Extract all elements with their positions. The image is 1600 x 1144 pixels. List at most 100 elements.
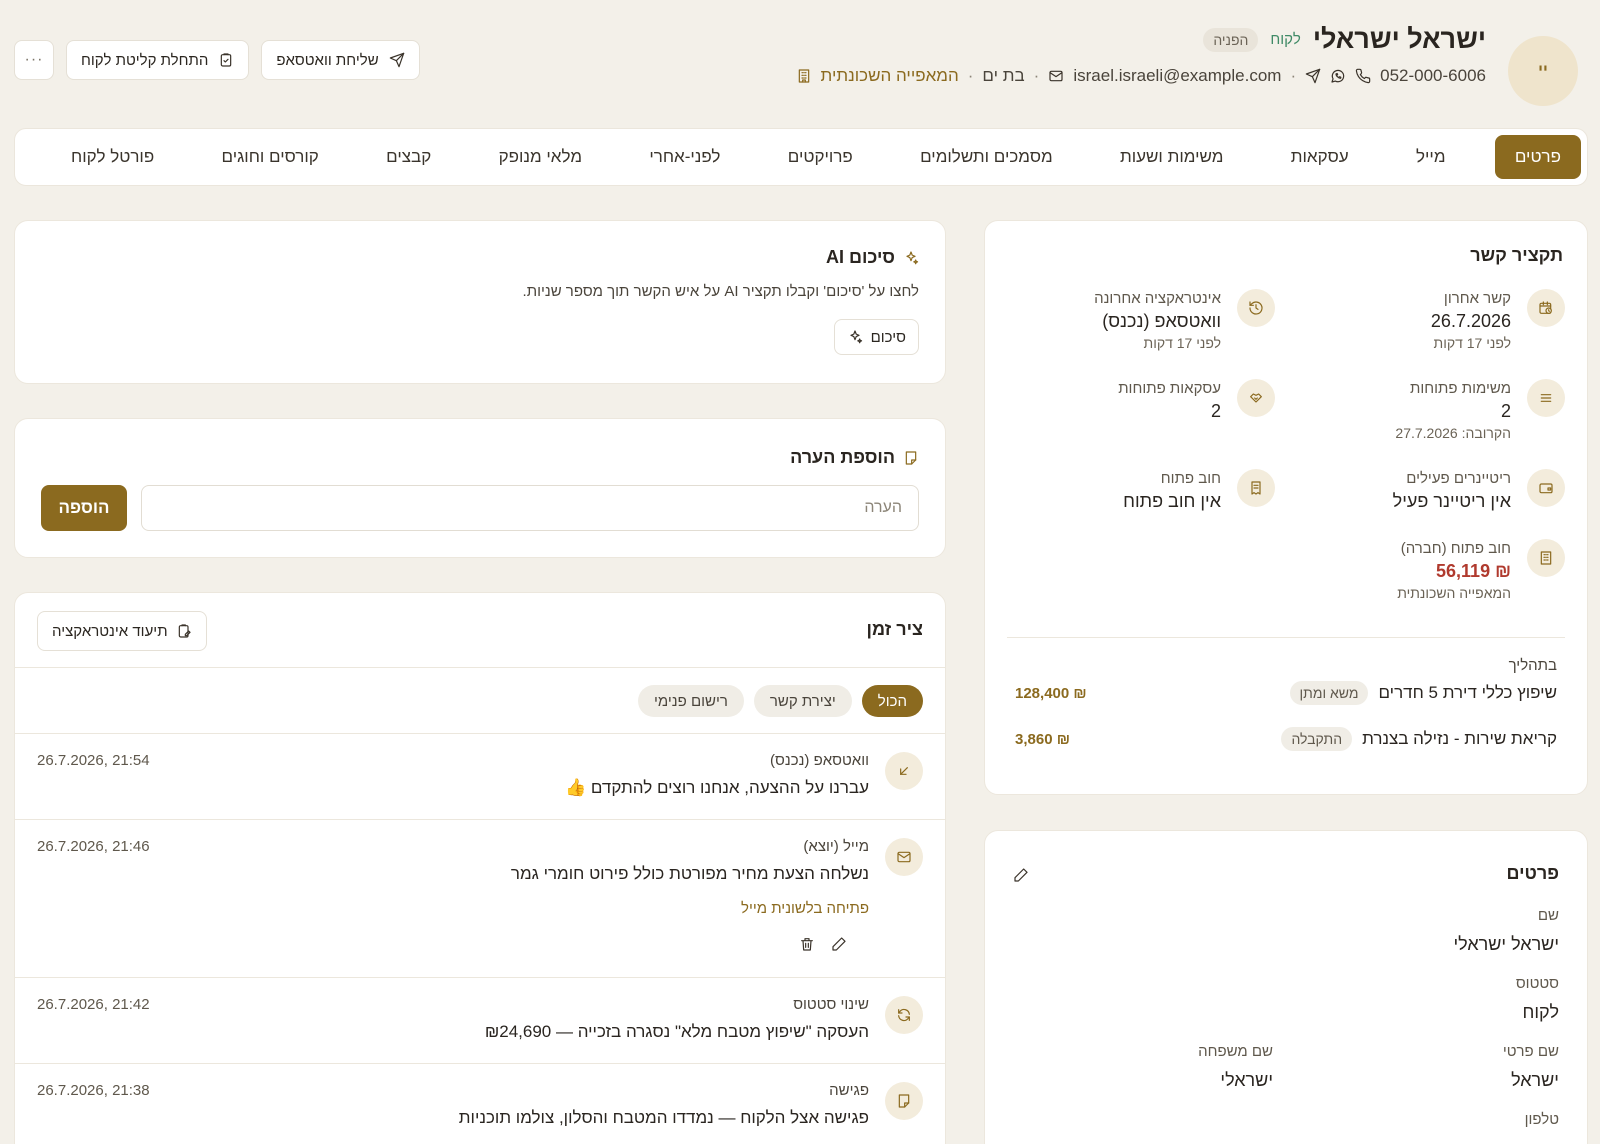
open-debt-value: אין חוב פתוח <box>1123 490 1221 511</box>
more-button[interactable]: ··· <box>14 40 54 80</box>
ai-title-row: סיכום AI <box>826 247 919 268</box>
pencil-icon[interactable] <box>1013 867 1029 883</box>
timeline-item[interactable]: וואטסאפ (נכנס) עברנו על ההצעה, אנחנו רוצ… <box>15 733 945 819</box>
tab-documents[interactable]: מסמכים ותשלומים <box>902 136 1071 178</box>
phone-label: טלפון <box>1524 1111 1559 1128</box>
tab-courses[interactable]: קורסים וחוגים <box>204 136 337 178</box>
company-debt: חוב פתוח (חברה) ₪ 56,119 המאפייה השכונתי… <box>1397 539 1565 603</box>
tab-details[interactable]: פרטים <box>1494 135 1581 179</box>
timeline-item-text: פגישה אצל הלקוח — נמדדו המטבח והסלון, צו… <box>458 1108 869 1127</box>
mail-icon <box>885 838 923 876</box>
tab-inventory[interactable]: מלאי מנופק <box>481 136 600 178</box>
mail-icon[interactable] <box>1048 68 1064 84</box>
last-name-field: שם משפחה ישראלי <box>1198 1043 1273 1091</box>
first-name-value: ישראל <box>1511 1070 1559 1090</box>
status-tag[interactable]: לקוח <box>1270 31 1300 48</box>
referral-tag[interactable]: הפניה <box>1203 27 1259 52</box>
status-field: סטטוס לקוח <box>1516 975 1559 1023</box>
timeline-item-text: נשלחה הצעת מחיר מפורטת כולל פירוט חומרי … <box>510 864 869 883</box>
company-debt-value: ₪ 56,119 <box>1436 560 1511 581</box>
document-interaction-button[interactable]: תיעוד אינטראקציה <box>37 611 207 651</box>
timeline-filters: הכול יצירת קשר רישום פנימי <box>638 685 923 717</box>
filter-internal[interactable]: רישום פנימי <box>638 685 744 717</box>
contact-header: יי ישראל ישראלי לקוח הפניה 052-000-6006 … <box>14 22 1578 106</box>
tab-bar: פרטים מייל עסקאות משימות ושעות מסמכים ות… <box>14 128 1588 186</box>
whatsapp-icon[interactable] <box>1330 68 1346 84</box>
summarize-button-label: סיכום <box>870 328 906 346</box>
tab-tasks[interactable]: משימות ושעות <box>1102 136 1241 178</box>
receipt-icon <box>1237 469 1275 507</box>
summary-title: תקציר קשר <box>1470 245 1563 265</box>
timeline-item[interactable]: פגישה פגישה אצל הלקוח — נמדדו המטבח והסל… <box>15 1063 945 1144</box>
timeline-item-time: 26.7.2026, 21:38 <box>37 1082 150 1099</box>
tab-before-after[interactable]: לפני-אחרי <box>631 136 738 178</box>
timeline-item-kind: מייל (יוצא) <box>803 838 869 855</box>
add-note-button[interactable]: הוספה <box>41 485 127 531</box>
sparkles-icon <box>847 329 863 345</box>
company-debt-sub[interactable]: המאפייה השכונתית <box>1397 584 1511 604</box>
timeline-item-kind: פגישה <box>829 1082 869 1099</box>
last-interaction-label: אינטראקציה אחרונה <box>1094 290 1221 307</box>
filter-all[interactable]: הכול <box>861 685 923 717</box>
open-tasks: משימות פתוחות 2 הקרובה: 27.7.2026 <box>1395 379 1565 443</box>
active-retainers: ריטיינרים פעילים אין ריטיינר פעיל <box>1393 469 1565 514</box>
tab-deals[interactable]: עסקאות <box>1273 136 1367 178</box>
details-card: פרטים שם ישראל ישראלי סטטוס לקוח שם פרטי… <box>984 830 1588 1144</box>
tab-files[interactable]: קבצים <box>368 136 449 178</box>
deal-row[interactable]: קריאת שירות - נזילה בצנרת התקבלה ₪ 3,860 <box>1015 727 1557 751</box>
deal-amount: ₪ 3,860 <box>1015 730 1070 748</box>
whatsapp-send-button[interactable]: שליחת וואטסאפ <box>261 40 420 80</box>
onboarding-button-label: התחלת קליטת לקוח <box>81 51 209 69</box>
onboarding-button[interactable]: התחלת קליטת לקוח <box>66 40 250 80</box>
deal-name: שיפוץ כללי דירת 5 חדרים <box>1378 683 1557 702</box>
last-name-value: ישראלי <box>1220 1070 1273 1090</box>
clipboard-pen-icon <box>176 623 192 639</box>
tab-mail[interactable]: מייל <box>1398 136 1464 178</box>
deal-row[interactable]: שיפוץ כללי דירת 5 חדרים משא ומתן ₪ 128,4… <box>1015 681 1557 705</box>
tab-portal[interactable]: פורטל לקוח <box>53 136 172 178</box>
header-actions: ··· התחלת קליטת לקוח שליחת וואטסאפ <box>14 40 420 80</box>
filter-contact[interactable]: יצירת קשר <box>753 685 852 717</box>
trash-icon[interactable] <box>799 936 815 952</box>
company-debt-label: חוב פתוח (חברה) <box>1400 540 1511 557</box>
name-row: ישראל ישראלי לקוח הפניה <box>1203 24 1486 55</box>
note-input[interactable] <box>141 485 919 531</box>
open-tasks-label: משימות פתוחות <box>1410 380 1511 397</box>
last-interaction: אינטראקציה אחרונה וואטסאפ (נכנס) לפני 17… <box>1094 289 1275 353</box>
phone-number[interactable]: 052-000-6006 <box>1380 66 1486 86</box>
status-label: סטטוס <box>1515 975 1559 992</box>
summarize-button[interactable]: סיכום <box>833 319 919 355</box>
open-deals-value: 2 <box>1210 400 1221 421</box>
last-name-label: שם משפחה <box>1198 1043 1273 1060</box>
last-contact-value: 26.7.2026 <box>1430 310 1511 331</box>
timeline-item-text: עברנו על ההצעה, אנחנו רוצים להתקדם 👍 <box>565 778 869 797</box>
divider <box>1007 637 1565 638</box>
divider <box>15 667 945 668</box>
retainers-label: ריטיינרים פעילים <box>1406 470 1511 487</box>
first-name-label: שם פרטי <box>1502 1043 1559 1060</box>
timeline-item[interactable]: שינוי סטטוס העסקה "שיפוץ מטבח מלא" נסגרה… <box>15 977 945 1063</box>
separator: · <box>1033 66 1040 85</box>
list-icon <box>1527 379 1565 417</box>
open-tasks-value: 2 <box>1500 400 1511 421</box>
deal-name: קריאת שירות - נזילה בצנרת <box>1362 729 1557 748</box>
avatar: יי <box>1508 36 1578 106</box>
phone-icon[interactable] <box>1355 68 1371 84</box>
open-in-mail-link[interactable]: פתיחה בלשונית מייל <box>741 900 869 917</box>
pencil-icon[interactable] <box>831 936 847 952</box>
timeline-item-kind: וואטסאפ (נכנס) <box>770 752 869 769</box>
timeline-title: ציר זמן <box>866 619 923 639</box>
wallet-icon <box>1527 469 1565 507</box>
timeline-item[interactable]: מייל (יוצא) נשלחה הצעת מחיר מפורטת כולל … <box>15 819 945 977</box>
send-icon[interactable] <box>1305 68 1321 84</box>
company-link[interactable]: המאפייה השכונתית <box>821 66 959 86</box>
add-note-card: הוספת הערה הוספה <box>14 418 946 558</box>
arrow-down-left-icon <box>885 752 923 790</box>
last-interaction-value: וואטסאפ (נכנס) <box>1102 310 1221 331</box>
deal-stage-badge: התקבלה <box>1281 727 1353 751</box>
email-address[interactable]: israel.israeli@example.com <box>1073 66 1281 86</box>
tab-projects[interactable]: פרויקטים <box>770 136 871 178</box>
last-contact-sub: לפני 17 דקות <box>1433 334 1511 351</box>
calendar-clock-icon <box>1527 289 1565 327</box>
history-icon <box>1237 289 1275 327</box>
